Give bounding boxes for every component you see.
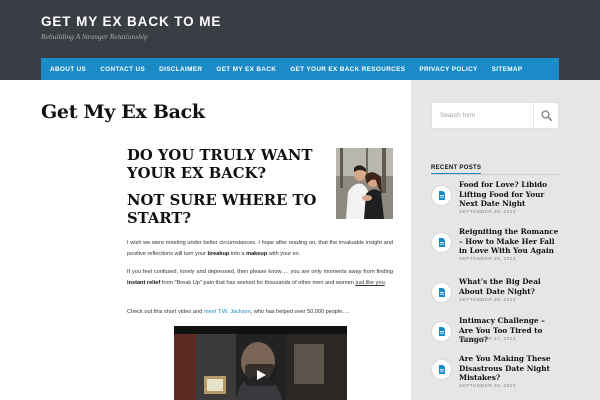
main-content: Get My Ex Back DO YOU TRULY WANT YOUR EX… [0,80,411,400]
relief-text-1: If you feel confused, lonely and depress… [127,269,393,275]
couple-photo-art [336,148,393,219]
video-player[interactable] [174,326,347,400]
document-icon [438,238,445,247]
couple-photo [336,148,393,219]
recent-post-date: SEPTEMBER 28, 2013 [459,298,516,303]
intro-paragraph: I wish we were meeting under better circ… [127,238,393,260]
recent-post: Are You Making These Disastrous Date Nig… [431,354,559,390]
document-icon [438,327,445,336]
recent-post: Intimacy Challenge – Are You Too Tired t… [431,316,559,352]
search-button[interactable] [533,103,558,128]
recent-post-title[interactable]: Reigniting the Romance – How to Make Her… [459,227,559,256]
search-form [431,102,559,129]
play-icon [257,370,266,380]
heading-where-to-start: NOT SURE WHERE TO START? [127,192,317,227]
intro-bold-breakup: breakup [207,251,230,257]
recent-post-date: SEPTEMBER 30, 2013 [459,210,516,215]
sidebar: RECENT POSTS Food for Love? Libido Lifti… [411,80,600,400]
document-icon [438,288,445,297]
nav-item-sitemap[interactable]: SITEMAP [485,66,530,73]
post-icon [431,232,452,253]
video-intro-text-1: Check out this short video and [127,309,204,315]
site-title[interactable]: GET MY EX BACK TO ME [41,14,221,29]
post-icon [431,282,452,303]
page-title: Get My Ex Back [41,101,205,123]
post-icon [431,321,452,342]
document-icon [438,365,445,374]
relief-underline: just like you [355,280,385,286]
recent-post-date: SEPTEMBER 26, 2013 [459,384,516,389]
relief-text-2: from "Break Up" pain that has worked for… [160,280,356,286]
intro-text-2: into a [229,251,247,257]
recent-post-title[interactable]: What’s the Big Deal About Date Night? [459,277,559,296]
post-icon [431,359,452,380]
nav-item-disclaimer[interactable]: DISCLAIMER [152,66,209,73]
video-intro-text-2: , who has helped over 50,000 people…. [250,309,350,315]
play-button[interactable] [245,364,275,386]
video-thumbnail [174,326,347,400]
relief-paragraph: If you feel confused, lonely and depress… [127,267,393,289]
nav-item-get-my-ex-back[interactable]: GET MY EX BACK [209,66,283,73]
recent-post: Reigniting the Romance – How to Make Her… [431,227,559,263]
search-icon [540,110,552,121]
main-nav: ABOUT US CONTACT US DISCLAIMER GET MY EX… [41,58,559,80]
recent-post: What’s the Big Deal About Date Night? SE… [431,277,559,313]
recent-post-date: SEPTEMBER 29, 2013 [459,257,516,262]
search-input[interactable] [432,103,533,128]
post-icon [431,185,452,206]
nav-item-contact-us[interactable]: CONTACT US [93,66,152,73]
relief-text-3: . [384,280,387,286]
relief-bold: instant relief [127,280,161,286]
recent-post-date: SEPTEMBER 27, 2013 [459,337,516,342]
nav-item-resources[interactable]: GET YOUR EX BACK RESOURCES [283,66,412,73]
heading-want-ex-back: DO YOU TRULY WANT YOUR EX BACK? [127,147,313,182]
site-tagline: Rebuilding A Stronger Relationship [41,32,148,41]
nav-item-privacy-policy[interactable]: PRIVACY POLICY [412,66,484,73]
video-intro-paragraph: Check out this short video and meet T.W.… [127,307,393,318]
recent-posts-divider [431,174,559,175]
intro-bold-makeup: makeup [246,251,268,257]
recent-post: Food for Love? Libido Lifting Food for Y… [431,180,559,216]
recent-post-title[interactable]: Are You Making These Disastrous Date Nig… [459,354,559,383]
intro-text-3: with your ex. [267,251,301,257]
recent-post-title[interactable]: Food for Love? Libido Lifting Food for Y… [459,180,559,209]
meet-jackson-link[interactable]: meet T.W. Jackson [204,309,251,315]
document-icon [438,191,445,200]
nav-item-about-us[interactable]: ABOUT US [43,66,93,73]
